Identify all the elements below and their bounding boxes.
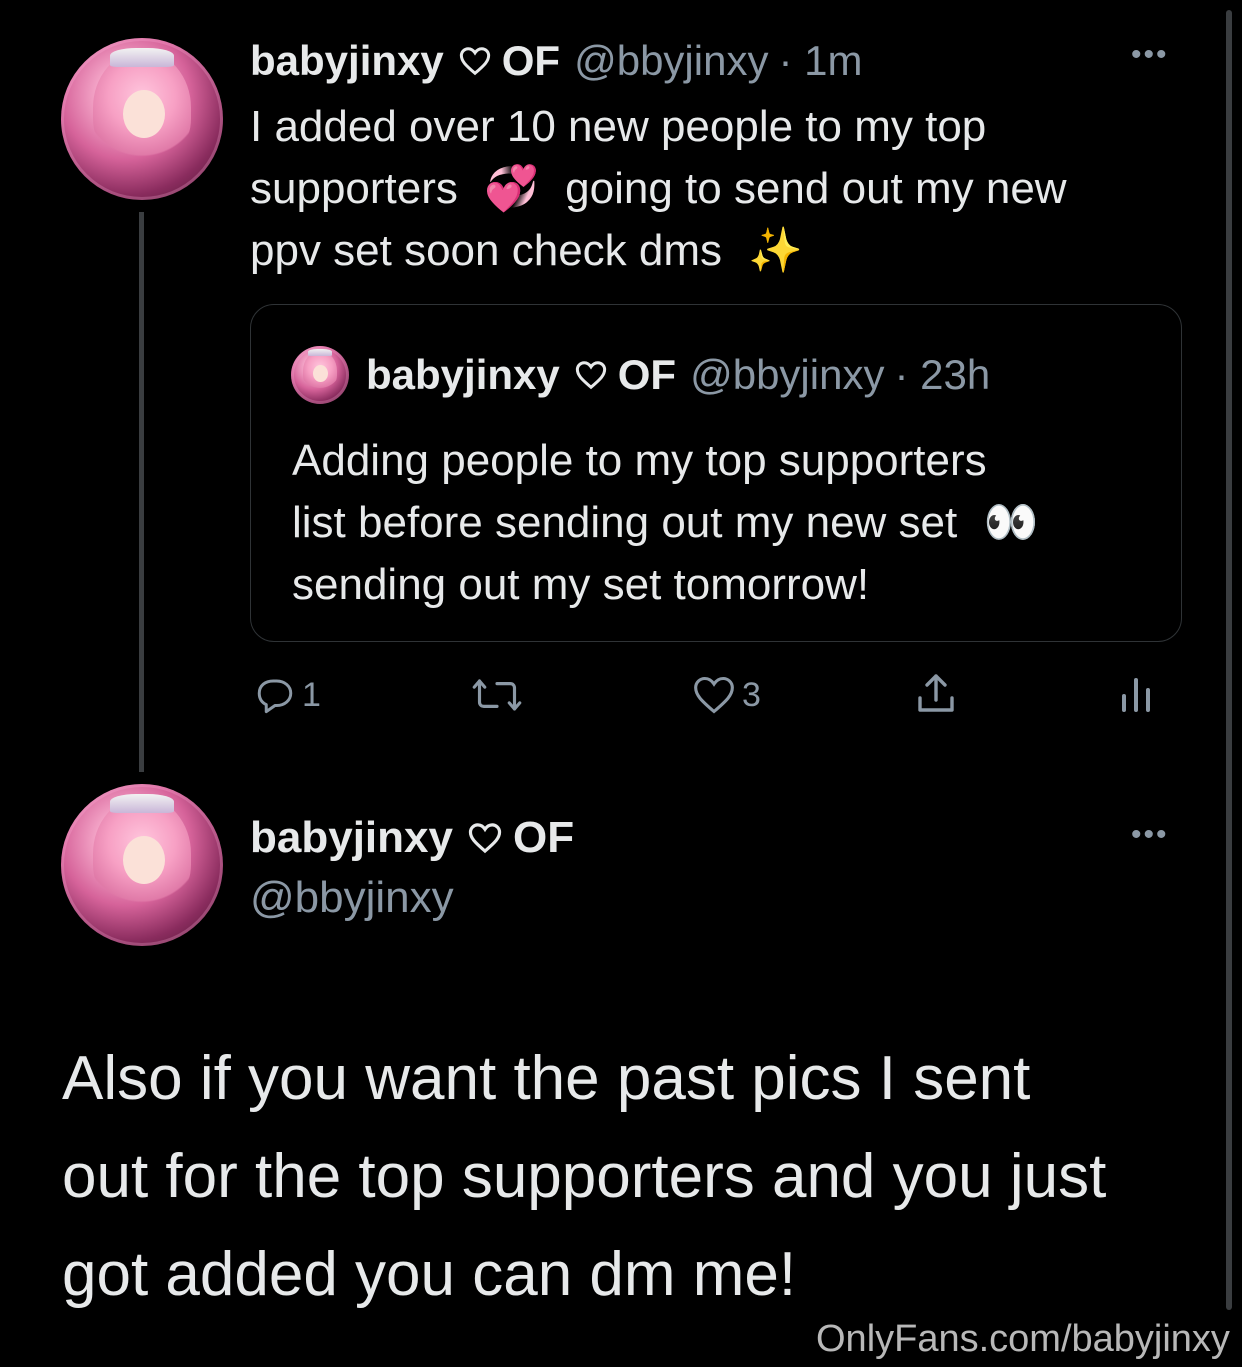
analytics-icon — [1118, 670, 1154, 718]
tweet-text-line: I added over 10 new people to my top — [250, 102, 987, 151]
retweet-icon — [470, 674, 524, 716]
like-count: 3 — [742, 675, 761, 714]
quoted-text-line: sending out my set tomorrow! — [292, 560, 870, 609]
reply-button[interactable]: 1 — [254, 672, 321, 718]
tweet-text-line: ppv set soon check dms ✨ — [250, 226, 804, 275]
share-button[interactable] — [912, 670, 960, 718]
quoted-display-name: babyjinxy — [366, 351, 560, 398]
name-suffix: OF — [501, 37, 561, 84]
retweet-button[interactable] — [470, 672, 524, 718]
avatar[interactable] — [61, 784, 223, 946]
quoted-tweet-text: Adding people to my top supporters list … — [292, 430, 1038, 616]
tweet-text-line: got added you can dm me! — [62, 1240, 797, 1309]
tweet-header: babyjinxy OF @bbyjinxy · 1m — [250, 36, 862, 86]
avatar[interactable] — [61, 38, 223, 200]
more-options-icon[interactable]: ••• — [1131, 818, 1169, 852]
tweet-text: I added over 10 new people to my top sup… — [250, 96, 1067, 282]
tweet-text-line: supporters 💞 going to send out my new — [250, 164, 1067, 213]
handle[interactable]: @bbyjinxy — [250, 872, 454, 924]
tweet-header: babyjinxy OF — [250, 812, 574, 864]
reply-count: 1 — [302, 675, 321, 714]
more-options-icon[interactable]: ••• — [1131, 38, 1169, 72]
tweet-text-line: out for the top supporters and you just — [62, 1142, 1107, 1211]
tweet-text-line: Also if you want the past pics I sent — [62, 1044, 1031, 1113]
watermark: OnlyFans.com/babyjinxy — [816, 1318, 1230, 1360]
quoted-name-suffix: OF — [617, 351, 677, 398]
handle[interactable]: @bbyjinxy — [574, 37, 768, 85]
two-hearts-emoji: 💞 — [484, 164, 539, 213]
analytics-button[interactable] — [1118, 670, 1154, 718]
quoted-text-line: Adding people to my top supporters — [292, 436, 987, 485]
quoted-timestamp: · 23h — [894, 351, 991, 398]
reply-icon — [254, 674, 296, 716]
tweet-text: Also if you want the past pics I sent ou… — [62, 1030, 1106, 1324]
sparkles-emoji: ✨ — [748, 226, 804, 275]
quoted-text-line: list before sending out my new set 👀 — [292, 498, 1039, 547]
name-suffix: OF — [512, 813, 575, 862]
display-name[interactable]: babyjinxy — [250, 813, 453, 863]
timestamp[interactable]: · 1m — [778, 37, 862, 85]
display-name[interactable]: babyjinxy — [250, 37, 444, 85]
quoted-handle: @bbyjinxy — [690, 351, 885, 398]
heart-outline-icon — [458, 46, 492, 76]
like-button[interactable]: 3 — [692, 672, 761, 718]
thread-connector-line — [139, 212, 144, 772]
share-icon — [912, 670, 960, 718]
scrollbar[interactable] — [1226, 10, 1232, 1310]
heart-icon — [692, 674, 736, 716]
eyes-emoji: 👀 — [983, 498, 1039, 547]
quoted-avatar — [291, 346, 349, 404]
quoted-tweet-header: babyjinxy OF @bbyjinxy · 23h — [366, 350, 990, 400]
heart-outline-icon — [467, 822, 503, 854]
heart-outline-icon — [574, 360, 608, 390]
